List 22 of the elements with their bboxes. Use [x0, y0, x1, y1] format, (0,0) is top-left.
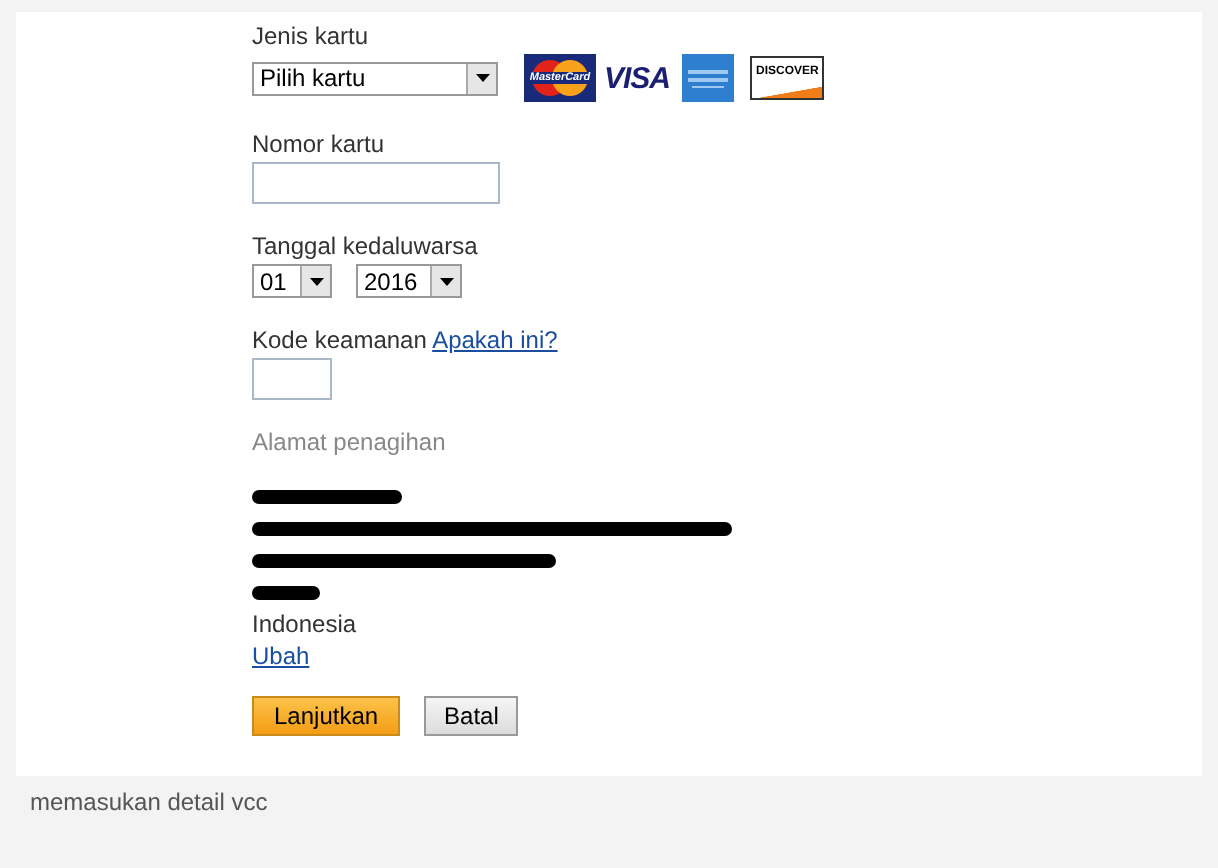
- field-label: Kode keamanan: [252, 326, 427, 354]
- input-field[interactable]: [252, 162, 500, 204]
- field-label: Jenis kartu: [252, 22, 371, 50]
- cancel-button[interactable]: Batal: [424, 696, 519, 736]
- caret-icon: [439, 277, 453, 285]
- input-field[interactable]: [252, 358, 332, 400]
- visa-logo: VISA: [604, 61, 671, 95]
- continue-button[interactable]: Lanjutkan: [252, 696, 401, 736]
- field-label: Tanggal kedaluwarsa: [252, 232, 480, 260]
- caret-icon: [309, 277, 323, 285]
- field-label: Alamat penagihan: [252, 428, 448, 456]
- field-label: Nomor kartu: [252, 130, 387, 158]
- dropdown[interactable]: Pilih kartu: [252, 61, 498, 95]
- help-link[interactable]: Apakah ini?: [432, 326, 558, 354]
- address-line: Indonesia: [252, 608, 359, 640]
- caption: memasukan detail vcc: [28, 786, 270, 816]
- redaction-mark: [252, 585, 320, 599]
- caret-icon: [475, 74, 489, 82]
- change-link[interactable]: Ubah: [252, 642, 310, 670]
- dropdown[interactable]: 2016: [356, 264, 462, 298]
- amex-logo-icon: [682, 54, 735, 102]
- dropdown[interactable]: 01: [252, 264, 332, 298]
